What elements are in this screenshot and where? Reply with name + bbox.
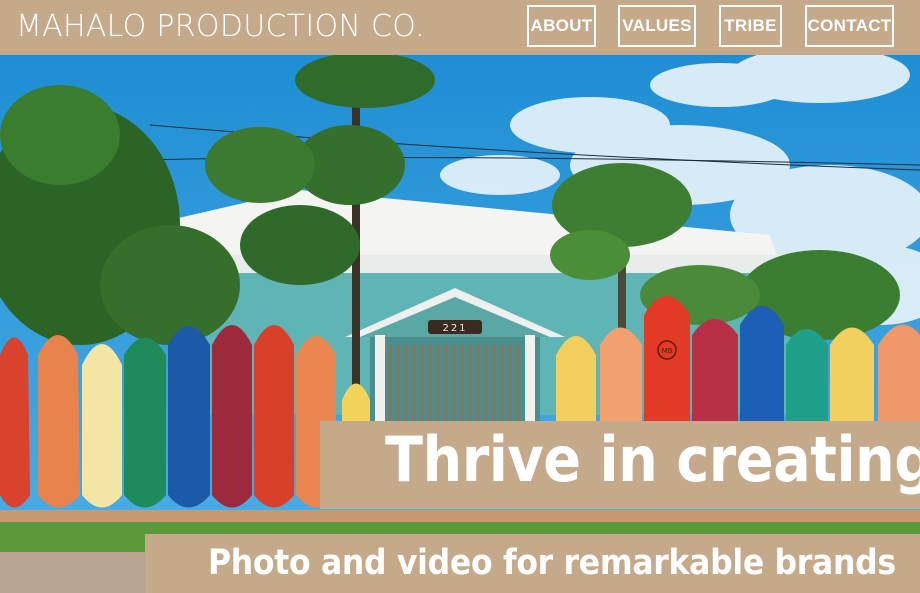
nav-contact-button[interactable]: CONTACT <box>805 5 894 47</box>
hero-subheadline: Photo and video for remarkable brands <box>208 543 896 583</box>
surfboard-logo: MB <box>662 347 673 355</box>
nav-values-button[interactable]: VALUES <box>618 5 696 47</box>
site-header: MAHALO PRODUCTION CO. ABOUT VALUES TRIBE… <box>0 0 920 55</box>
hero-image: 221 MB <box>0 55 920 593</box>
nav-tribe-button[interactable]: TRIBE <box>719 5 782 47</box>
nav-about-button[interactable]: ABOUT <box>527 5 596 47</box>
brand-logo[interactable]: MAHALO PRODUCTION CO. <box>16 9 425 44</box>
hero-headline: Thrive in creating <box>385 423 920 496</box>
hero-photo: 221 MB <box>0 55 920 593</box>
house-number: 221 <box>442 323 467 334</box>
